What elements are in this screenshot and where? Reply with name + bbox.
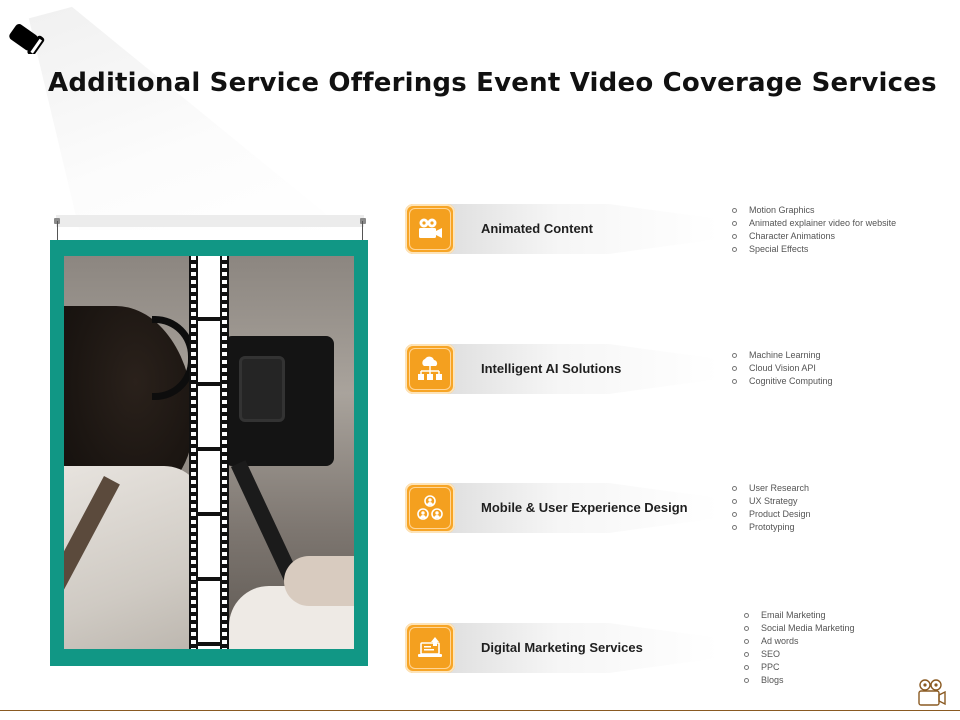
service-label: Intelligent AI Solutions	[481, 361, 622, 376]
list-item: Blogs	[743, 674, 855, 687]
service-intelligent-ai: Intelligent AI Solutions	[405, 344, 719, 394]
bullet-list-mobile-ux: User Research UX Strategy Product Design…	[731, 482, 811, 534]
page-title: Additional Service Offerings Event Video…	[48, 68, 937, 98]
list-item: Cloud Vision API	[731, 362, 833, 375]
list-item: Product Design	[731, 508, 811, 521]
list-item: SEO	[743, 648, 855, 661]
footer-divider	[0, 710, 960, 711]
service-mobile-ux: Mobile & User Experience Design	[405, 483, 719, 533]
list-item: Cognitive Computing	[731, 375, 833, 388]
video-camera-icon	[419, 218, 442, 238]
list-item: Ad words	[743, 635, 855, 648]
list-item: PPC	[743, 661, 855, 674]
cameraman-photo	[64, 256, 354, 649]
service-icon-box	[405, 623, 455, 673]
service-label: Mobile & User Experience Design	[481, 500, 688, 515]
film-strip	[189, 256, 229, 649]
list-item: Special Effects	[731, 243, 896, 256]
service-label: Animated Content	[481, 221, 593, 236]
service-animated-content: Animated Content	[405, 204, 719, 254]
list-item: UX Strategy	[731, 495, 811, 508]
bullet-list-animated-content: Motion Graphics Animated explainer video…	[731, 204, 896, 256]
service-icon-box	[405, 344, 455, 394]
list-item: User Research	[731, 482, 811, 495]
list-item: Motion Graphics	[731, 204, 896, 217]
service-label: Digital Marketing Services	[481, 640, 643, 655]
bullet-list-intelligent-ai: Machine Learning Cloud Vision API Cognit…	[731, 349, 833, 388]
film-camera-icon	[918, 679, 946, 706]
spotlight-icon	[9, 24, 45, 54]
hanging-rod	[54, 215, 366, 227]
list-item: Prototyping	[731, 521, 811, 534]
laptop-marketing-icon	[418, 637, 442, 657]
list-item: Machine Learning	[731, 349, 833, 362]
user-group-icon	[417, 495, 443, 520]
service-digital-marketing: Digital Marketing Services	[405, 623, 719, 673]
list-item: Character Animations	[731, 230, 896, 243]
picture-frame	[50, 240, 368, 666]
bullet-list-digital-marketing: Email Marketing Social Media Marketing A…	[743, 609, 855, 687]
service-icon-box	[405, 483, 455, 533]
service-icon-box	[405, 204, 455, 254]
spotlight-beam	[28, 6, 346, 230]
list-item: Social Media Marketing	[743, 622, 855, 635]
list-item: Animated explainer video for website	[731, 217, 896, 230]
cloud-network-icon	[418, 356, 442, 380]
list-item: Email Marketing	[743, 609, 855, 622]
